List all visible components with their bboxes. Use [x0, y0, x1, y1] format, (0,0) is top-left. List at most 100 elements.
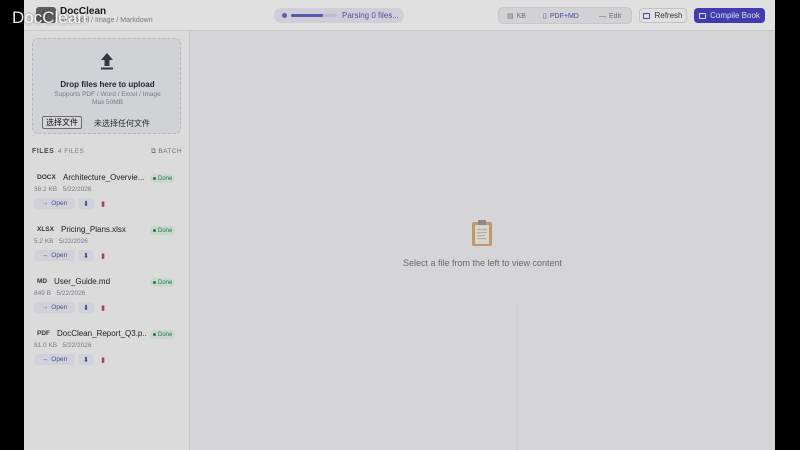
- open-label: Open: [51, 200, 68, 207]
- file-list-item[interactable]: DOCX Architecture_Overvie... Done 38.2 K…: [32, 170, 182, 214]
- progress-track: [291, 14, 337, 17]
- top-bar: DocClean rd / Excel / Image / Markdown P…: [24, 0, 775, 31]
- upload-arrow-icon: [101, 53, 113, 70]
- empty-state-text: Select a file from the left to view cont…: [402, 258, 563, 268]
- batch-button[interactable]: ⧉ BATCH: [151, 148, 182, 156]
- app-window: DocClean rd / Excel / Image / Markdown P…: [24, 0, 775, 450]
- no-file-chosen-text: 未选择任何文件: [94, 119, 150, 128]
- trash-icon: ▮: [101, 252, 105, 260]
- choose-file-button[interactable]: 选择文件: [42, 116, 82, 129]
- pdf-md-icon: ▯: [543, 13, 547, 20]
- file-name: Architecture_Overvie...: [63, 173, 145, 182]
- file-list-item[interactable]: PDF DocClean_Report_Q3.p... Done 81.0 KB…: [32, 326, 182, 370]
- status-badge: Done: [150, 174, 176, 183]
- status-badge: Done: [150, 226, 176, 235]
- open-button[interactable]: → Open: [34, 250, 75, 261]
- mode-kb-label: KB: [516, 12, 526, 20]
- file-name: Pricing_Plans.xlsx: [61, 225, 126, 234]
- files-count: 4 FILES: [58, 148, 85, 155]
- dropzone-max-size: Max 50MB: [91, 99, 124, 106]
- status-dot-icon: [153, 229, 156, 232]
- open-label: Open: [51, 304, 68, 311]
- download-icon: ⬇: [83, 356, 89, 364]
- file-date: 5/22/2026: [62, 342, 92, 349]
- status-text: Done: [158, 227, 173, 234]
- mode-switch: ▤ KB ▯ PDF+MD — Edit: [498, 7, 632, 24]
- file-type-badge: XLSX: [37, 226, 54, 233]
- divider: [517, 301, 518, 450]
- progress-text: Parsing 0 files...: [342, 11, 399, 20]
- progress-dot-icon: [282, 13, 287, 18]
- file-date: 5/22/2026: [56, 290, 86, 297]
- status-dot-icon: [153, 281, 156, 284]
- file-meta: 81.0 KB 5/22/2026: [34, 342, 91, 349]
- upload-dropzone[interactable]: Drop files here to upload Supports PDF /…: [32, 38, 181, 134]
- mode-pdf-md-button[interactable]: ▯ PDF+MD: [543, 10, 579, 22]
- open-button[interactable]: → Open: [34, 302, 75, 313]
- open-icon: →: [41, 200, 49, 207]
- file-sidebar: Drop files here to upload Supports PDF /…: [24, 31, 190, 450]
- status-text: Done: [158, 279, 173, 286]
- files-label: FILES: [32, 148, 55, 155]
- file-size: 849 B: [34, 290, 51, 297]
- files-header: FILES 4 FILES ⧉ BATCH: [32, 148, 182, 158]
- file-meta: 5.2 KB 5/22/2026: [34, 238, 88, 245]
- delete-button[interactable]: ▮: [97, 198, 109, 209]
- download-button[interactable]: ⬇: [78, 302, 94, 313]
- mode-edit-label: Edit: [609, 12, 622, 20]
- download-button[interactable]: ⬇: [78, 250, 94, 261]
- trash-icon: ▮: [101, 304, 105, 312]
- dropzone-hint: Supports PDF / Word / Excel / Image Max …: [43, 91, 172, 107]
- compile-book-button[interactable]: Compile Book: [694, 8, 765, 23]
- file-list-item[interactable]: XLSX Pricing_Plans.xlsx Done 5.2 KB 5/22…: [32, 222, 182, 266]
- download-icon: ⬇: [83, 252, 89, 260]
- file-meta: 38.2 KB 5/22/2026: [34, 186, 91, 193]
- download-icon: ⬇: [83, 200, 89, 208]
- file-type-badge: DOCX: [37, 174, 56, 181]
- refresh-label: Refresh: [654, 11, 683, 20]
- dropzone-formats: Supports PDF / Word / Excel / Image: [54, 91, 161, 98]
- file-date: 5/22/2026: [62, 186, 92, 193]
- file-date: 5/22/2026: [58, 238, 88, 245]
- download-button[interactable]: ⬇: [78, 354, 94, 365]
- trash-icon: ▮: [101, 200, 105, 208]
- open-button[interactable]: → Open: [34, 354, 75, 365]
- open-icon: →: [41, 304, 49, 311]
- status-badge: Done: [150, 278, 176, 287]
- file-type-badge: PDF: [37, 330, 50, 337]
- file-name: DocClean_Report_Q3.p...: [57, 329, 147, 338]
- refresh-button[interactable]: Refresh: [639, 8, 687, 23]
- dropzone-title: Drop files here to upload: [60, 80, 155, 89]
- delete-button[interactable]: ▮: [97, 354, 109, 365]
- file-size: 81.0 KB: [34, 342, 58, 349]
- kb-icon: ▤: [507, 13, 514, 20]
- book-icon: [699, 12, 707, 19]
- batch-label: BATCH: [158, 148, 182, 155]
- status-text: Done: [158, 331, 173, 338]
- delete-button[interactable]: ▮: [97, 302, 109, 313]
- file-size: 5.2 KB: [34, 238, 54, 245]
- open-icon: →: [41, 252, 49, 259]
- open-label: Open: [51, 252, 68, 259]
- open-label: Open: [51, 356, 68, 363]
- file-list-item[interactable]: MD User_Guide.md Done 849 B 5/22/2026 → O…: [32, 274, 182, 318]
- open-button[interactable]: → Open: [34, 198, 75, 209]
- trash-icon: ▮: [101, 356, 105, 364]
- edit-icon: —: [599, 12, 606, 20]
- status-dot-icon: [153, 177, 156, 180]
- parsing-progress: Parsing 0 files...: [274, 8, 404, 23]
- status-dot-icon: [153, 333, 156, 336]
- mode-edit-button[interactable]: — Edit: [599, 10, 621, 22]
- download-button[interactable]: ⬇: [78, 198, 94, 209]
- file-type-badge: MD: [37, 278, 48, 285]
- content-viewer: Select a file from the left to view cont…: [190, 31, 775, 450]
- delete-button[interactable]: ▮: [97, 250, 109, 261]
- file-size: 38.2 KB: [34, 186, 58, 193]
- progress-fill: [291, 14, 324, 17]
- open-icon: →: [41, 356, 49, 363]
- refresh-icon: [643, 12, 651, 19]
- mode-kb-button[interactable]: ▤ KB: [507, 10, 526, 22]
- status-badge: Done: [150, 330, 176, 339]
- download-icon: ⬇: [83, 304, 89, 312]
- watermark-text: DocClean: [12, 8, 87, 27]
